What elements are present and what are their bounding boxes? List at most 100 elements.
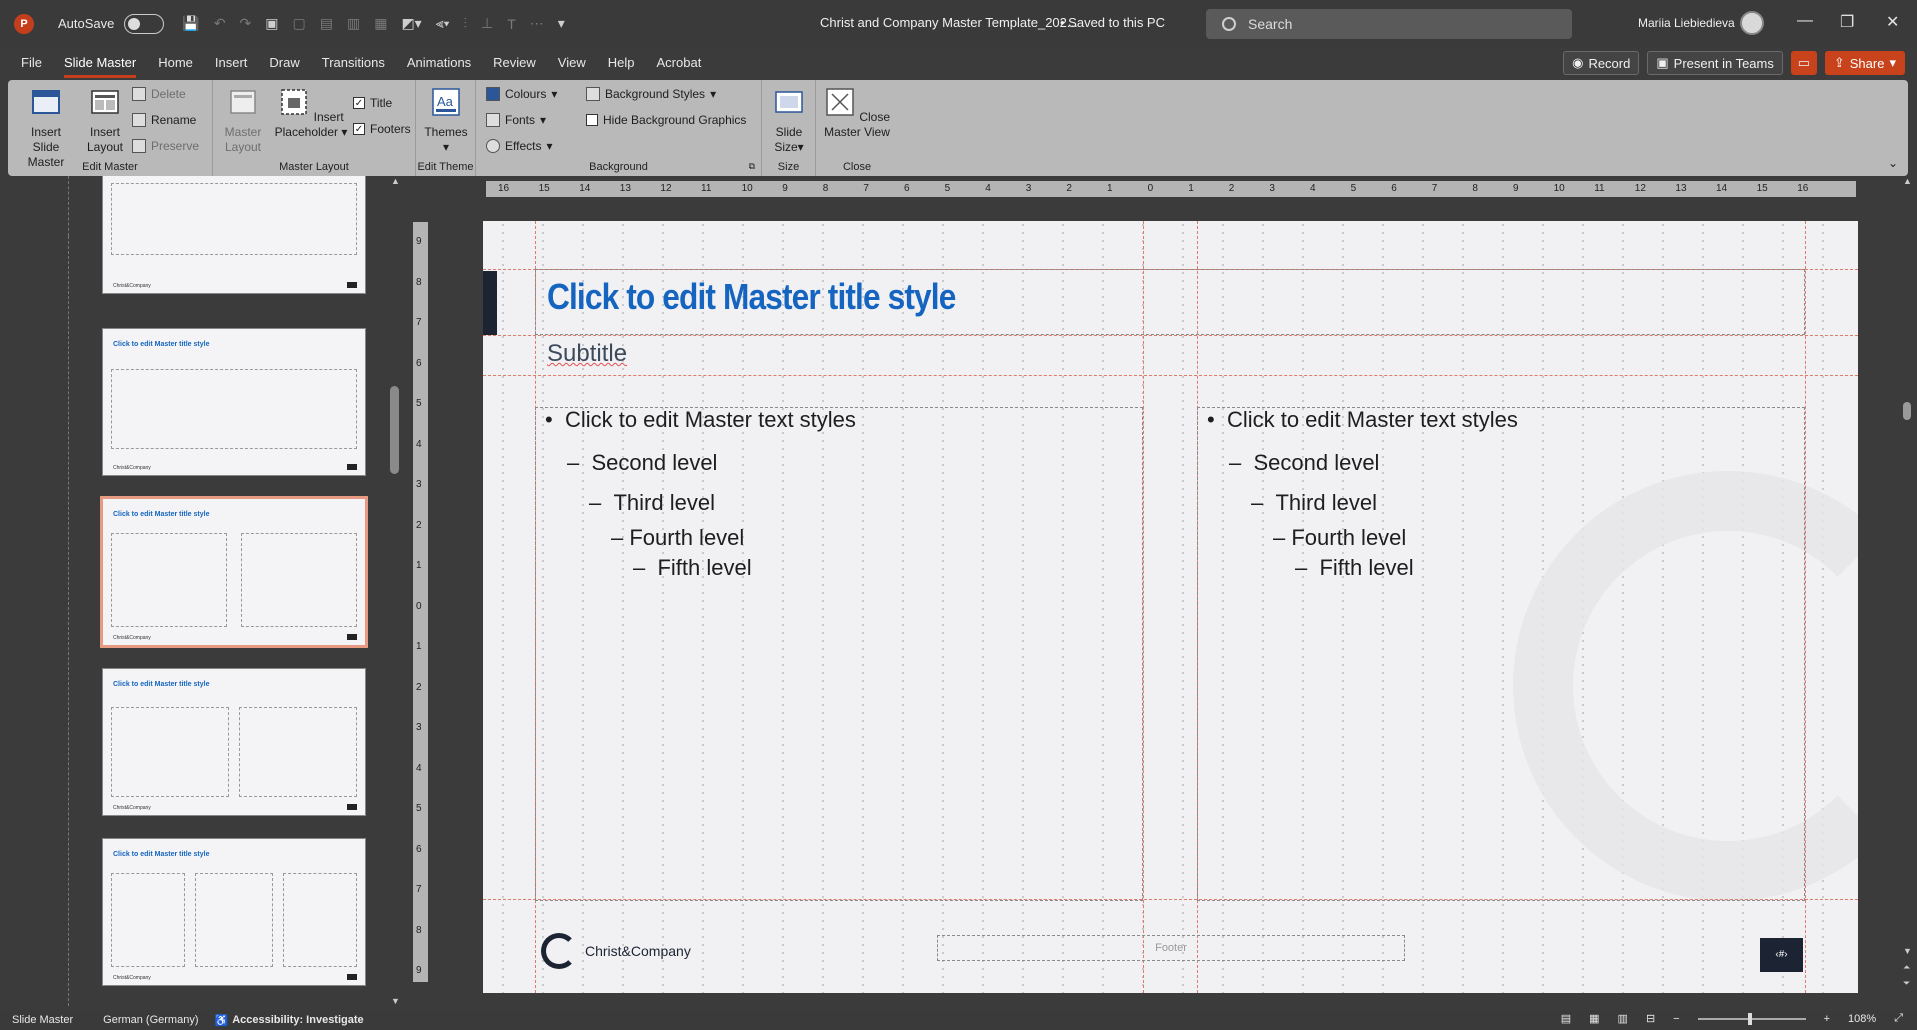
tab-animations[interactable]: Animations xyxy=(396,50,482,78)
share-button[interactable]: ⇪ Share ▾ xyxy=(1824,51,1905,75)
normal-view-icon[interactable]: ▤ xyxy=(1561,1012,1571,1025)
layout-thumbnail[interactable]: Christ&Company xyxy=(102,176,366,294)
master-layout-button[interactable]: Master Layout xyxy=(221,86,265,155)
document-title[interactable]: Christ and Company Master Template_202..… xyxy=(820,15,1078,30)
layout-thumbnail-selected[interactable]: Click to edit Master title style Christ&… xyxy=(100,496,368,648)
content-placeholder-left[interactable] xyxy=(535,407,1143,901)
autosave-toggle[interactable] xyxy=(124,13,165,34)
delete-button[interactable]: Delete xyxy=(132,87,186,101)
align-center-icon[interactable]: ⊥ xyxy=(481,15,493,32)
insert-layout-button[interactable]: Insert Layout xyxy=(83,86,127,155)
zoom-slider[interactable] xyxy=(1697,1012,1806,1025)
master-title[interactable]: Click to edit Master title style xyxy=(547,276,956,318)
subtitle[interactable]: Subtitle xyxy=(547,340,627,368)
more-tools-icon[interactable]: ⋯ xyxy=(530,15,544,32)
background-styles-dropdown[interactable]: Background Styles ▾ xyxy=(586,87,716,101)
toggle-knob xyxy=(128,17,141,30)
insert-slide-master-button[interactable]: Insert Slide Master xyxy=(18,86,74,170)
record-button[interactable]: ◉ Record xyxy=(1563,51,1640,75)
align-dropdown-icon[interactable]: ⫷▾ xyxy=(436,15,450,32)
group-icon[interactable]: ▤ xyxy=(320,15,333,32)
layout-thumbnail[interactable]: Click to edit Master title style Christ&… xyxy=(102,838,366,986)
ruler-label: 13 xyxy=(619,183,631,194)
footer-placeholder[interactable]: Footer xyxy=(937,935,1405,961)
tab-acrobat[interactable]: Acrobat xyxy=(646,50,713,78)
rename-button[interactable]: Rename xyxy=(132,113,196,127)
tab-review[interactable]: Review xyxy=(482,50,547,78)
tab-view[interactable]: View xyxy=(547,50,597,78)
present-in-teams-button[interactable]: ▣ Present in Teams xyxy=(1647,51,1783,75)
comments-button[interactable]: ▭ xyxy=(1790,51,1817,75)
shapes-dropdown-icon[interactable]: ◩▾ xyxy=(401,15,421,32)
effects-dropdown[interactable]: Effects ▾ xyxy=(486,139,553,153)
scroll-down-icon[interactable]: ▼ xyxy=(1903,946,1912,956)
tab-help[interactable]: Help xyxy=(597,50,646,78)
zoom-slider-knob[interactable] xyxy=(1747,1012,1752,1025)
slide-canvas[interactable]: Click to edit Master title style Subtitl… xyxy=(483,221,1858,993)
thumbnails-scrollbar[interactable]: ▲ ▼ xyxy=(388,176,404,1006)
tab-transitions[interactable]: Transitions xyxy=(311,50,396,78)
scroll-up-icon[interactable]: ▲ xyxy=(1903,176,1912,186)
title-checkbox[interactable]: ✓ Title xyxy=(353,96,392,110)
reading-view-icon[interactable]: ▥ xyxy=(1618,1012,1628,1025)
shape-icon[interactable]: ▢ xyxy=(293,15,306,32)
present-icon[interactable]: ▣ xyxy=(265,15,278,32)
slide-number-placeholder[interactable]: ‹#› xyxy=(1760,938,1803,972)
status-language[interactable]: German (Germany) xyxy=(103,1014,198,1026)
scrollbar-thumb[interactable] xyxy=(390,386,399,474)
tab-home[interactable]: Home xyxy=(147,50,204,78)
text-icon[interactable]: T xyxy=(507,16,516,32)
zoom-out-icon[interactable]: − xyxy=(1673,1013,1679,1025)
fonts-dropdown[interactable]: Fonts ▾ xyxy=(486,113,546,127)
slide-size-button[interactable]: Slide Size▾ xyxy=(766,86,812,155)
close-master-view-button[interactable]: Close Master View xyxy=(822,86,892,140)
layout-thumbnail[interactable]: Click to edit Master title style Christ&… xyxy=(102,668,366,816)
tab-insert[interactable]: Insert xyxy=(204,50,259,78)
content-placeholder-right[interactable] xyxy=(1197,407,1805,901)
redo-icon[interactable]: ↷ xyxy=(240,15,252,32)
close-icon[interactable]: ✕ xyxy=(1886,12,1899,32)
avatar[interactable] xyxy=(1740,11,1764,35)
user-name[interactable]: Mariia Liebiedieva xyxy=(1638,16,1735,30)
distribute-icon[interactable]: ⫶ xyxy=(464,15,468,32)
editor-scrollbar[interactable]: ▲ ▼ ⏶ ⏷ xyxy=(1898,176,1917,1006)
zoom-in-icon[interactable]: + xyxy=(1824,1013,1830,1025)
status-accessibility[interactable]: Accessibility: Investigate xyxy=(232,1014,363,1026)
previous-slide-icon[interactable]: ⏶ xyxy=(1903,962,1910,973)
layout-thumbnail[interactable]: Click to edit Master title style Christ&… xyxy=(102,328,366,476)
ruler-label: 10 xyxy=(741,183,753,194)
insert-placeholder-button[interactable]: Insert Placeholder ▾ xyxy=(271,86,351,140)
tab-slide-master[interactable]: Slide Master xyxy=(53,50,147,78)
next-slide-icon[interactable]: ⏷ xyxy=(1903,978,1910,989)
customize-qat-icon[interactable]: ▾ xyxy=(558,15,565,32)
thumb-placeholder xyxy=(195,873,273,967)
ruler-label: 1 xyxy=(1188,183,1194,194)
preserve-button[interactable]: Preserve xyxy=(132,139,199,153)
vertical-ruler[interactable]: 9 8 7 6 5 4 3 2 1 0 1 2 3 4 5 6 7 8 9 xyxy=(413,222,428,982)
colours-dropdown[interactable]: Colours ▾ xyxy=(486,87,557,101)
scroll-down-icon[interactable]: ▼ xyxy=(391,996,400,1006)
scroll-up-icon[interactable]: ▲ xyxy=(391,176,400,186)
save-status[interactable]: • Saved to this PC xyxy=(1060,15,1165,30)
chevron-down-icon: ▾ xyxy=(338,125,348,139)
scrollbar-thumb[interactable] xyxy=(1903,402,1911,420)
ungroup-icon[interactable]: ▥ xyxy=(347,15,360,32)
footers-checkbox[interactable]: ✓ Footers xyxy=(353,122,411,136)
undo-icon[interactable]: ↶ xyxy=(214,15,226,32)
fit-to-window-icon[interactable]: ⤢ xyxy=(1894,1012,1903,1025)
slideshow-icon[interactable]: ⊟ xyxy=(1646,1012,1655,1025)
themes-button[interactable]: Aa Themes ▾ xyxy=(421,86,471,155)
horizontal-ruler[interactable]: 16 15 14 13 12 11 10 9 8 7 6 5 4 3 2 1 0 1 2 3 4 5 6 7 8 9 10 11 12 1… xyxy=(486,181,1856,197)
arrange-icon[interactable]: ▦ xyxy=(374,15,387,32)
tab-draw[interactable]: Draw xyxy=(258,50,310,78)
save-icon[interactable]: 💾 xyxy=(182,15,199,32)
collapse-ribbon-icon[interactable]: ⌄ xyxy=(1888,156,1898,170)
hide-background-graphics-checkbox[interactable]: Hide Background Graphics xyxy=(586,113,746,127)
minimize-icon[interactable]: — xyxy=(1797,12,1813,30)
zoom-level[interactable]: 108% xyxy=(1848,1013,1876,1025)
slide-sorter-icon[interactable]: ▦ xyxy=(1589,1012,1599,1025)
search-box[interactable]: Search xyxy=(1206,9,1572,39)
tab-file[interactable]: File xyxy=(10,50,53,78)
thumb-footer: Christ&Company xyxy=(113,283,151,289)
restore-icon[interactable]: ❐ xyxy=(1840,12,1854,32)
